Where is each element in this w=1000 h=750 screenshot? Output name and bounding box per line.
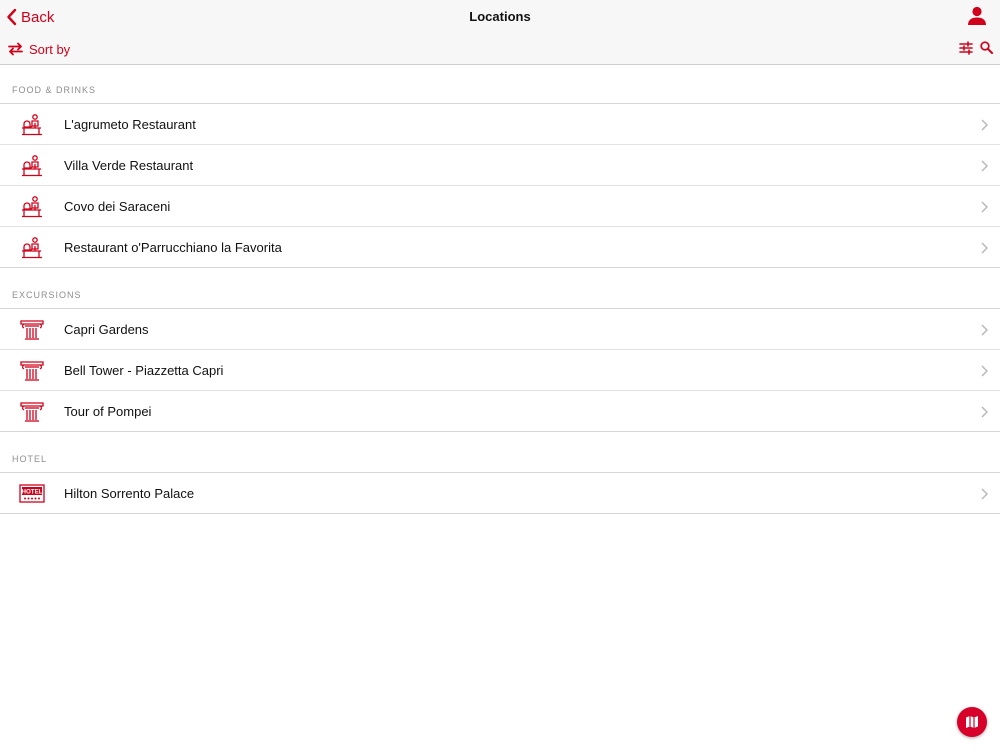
map-button[interactable] [957, 707, 987, 737]
list-item-label: Hilton Sorrento Palace [64, 486, 195, 501]
list-item[interactable]: Covo dei Saraceni [0, 186, 1000, 227]
column-icon [20, 402, 44, 422]
navigation-bar: Back Locations Sort by [0, 0, 1000, 65]
divider [0, 513, 1000, 514]
profile-icon[interactable] [966, 5, 988, 27]
restaurant-icon [22, 114, 42, 136]
divider [0, 267, 1000, 268]
list-item[interactable]: L'agrumeto Restaurant [0, 104, 1000, 145]
list-item[interactable]: Capri Gardens [0, 309, 1000, 350]
sort-label: Sort by [29, 41, 71, 57]
divider [0, 431, 1000, 432]
chevron-right-icon [981, 488, 988, 500]
list-item-label: Tour of Pompei [64, 404, 152, 419]
swap-arrows-icon [8, 42, 23, 56]
chevron-right-icon [981, 365, 988, 377]
list-item[interactable]: Tour of Pompei [0, 391, 1000, 432]
restaurant-icon [22, 237, 42, 259]
section-header-excursions: EXCURSIONS [12, 290, 82, 300]
chevron-right-icon [981, 324, 988, 336]
list-item-label: Restaurant o'Parrucchiano la Favorita [64, 240, 282, 255]
section-header-food-drinks: FOOD & DRINKS [12, 85, 97, 95]
restaurant-icon [22, 155, 42, 177]
filter-sliders-icon[interactable] [959, 41, 973, 55]
column-icon [20, 361, 44, 381]
chevron-right-icon [981, 406, 988, 418]
list-item-label: L'agrumeto Restaurant [64, 117, 196, 132]
chevron-right-icon [981, 242, 988, 254]
list-item[interactable]: Bell Tower - Piazzetta Capri [0, 350, 1000, 391]
page-title: Locations [469, 9, 531, 24]
search-icon[interactable] [980, 41, 993, 54]
list-item-label: Bell Tower - Piazzetta Capri [64, 363, 224, 378]
chevron-right-icon [981, 119, 988, 131]
sort-button[interactable]: Sort by [8, 40, 70, 58]
list-item[interactable]: Villa Verde Restaurant [0, 145, 1000, 186]
list-item-label: Villa Verde Restaurant [64, 158, 194, 173]
map-icon [966, 716, 978, 728]
column-icon [20, 320, 44, 340]
chevron-right-icon [981, 201, 988, 213]
list-item[interactable]: HOTEL Hilton Sorrento Palace [0, 473, 1000, 514]
svg-text:HOTEL: HOTEL [22, 489, 43, 496]
list-item-label: Capri Gardens [64, 322, 149, 337]
restaurant-icon [22, 196, 42, 218]
list-item-label: Covo dei Saraceni [64, 199, 171, 214]
chevron-right-icon [981, 160, 988, 172]
list-item[interactable]: Restaurant o'Parrucchiano la Favorita [0, 227, 1000, 268]
hotel-icon: HOTEL [19, 484, 45, 503]
section-header-hotel: HOTEL [12, 454, 48, 464]
